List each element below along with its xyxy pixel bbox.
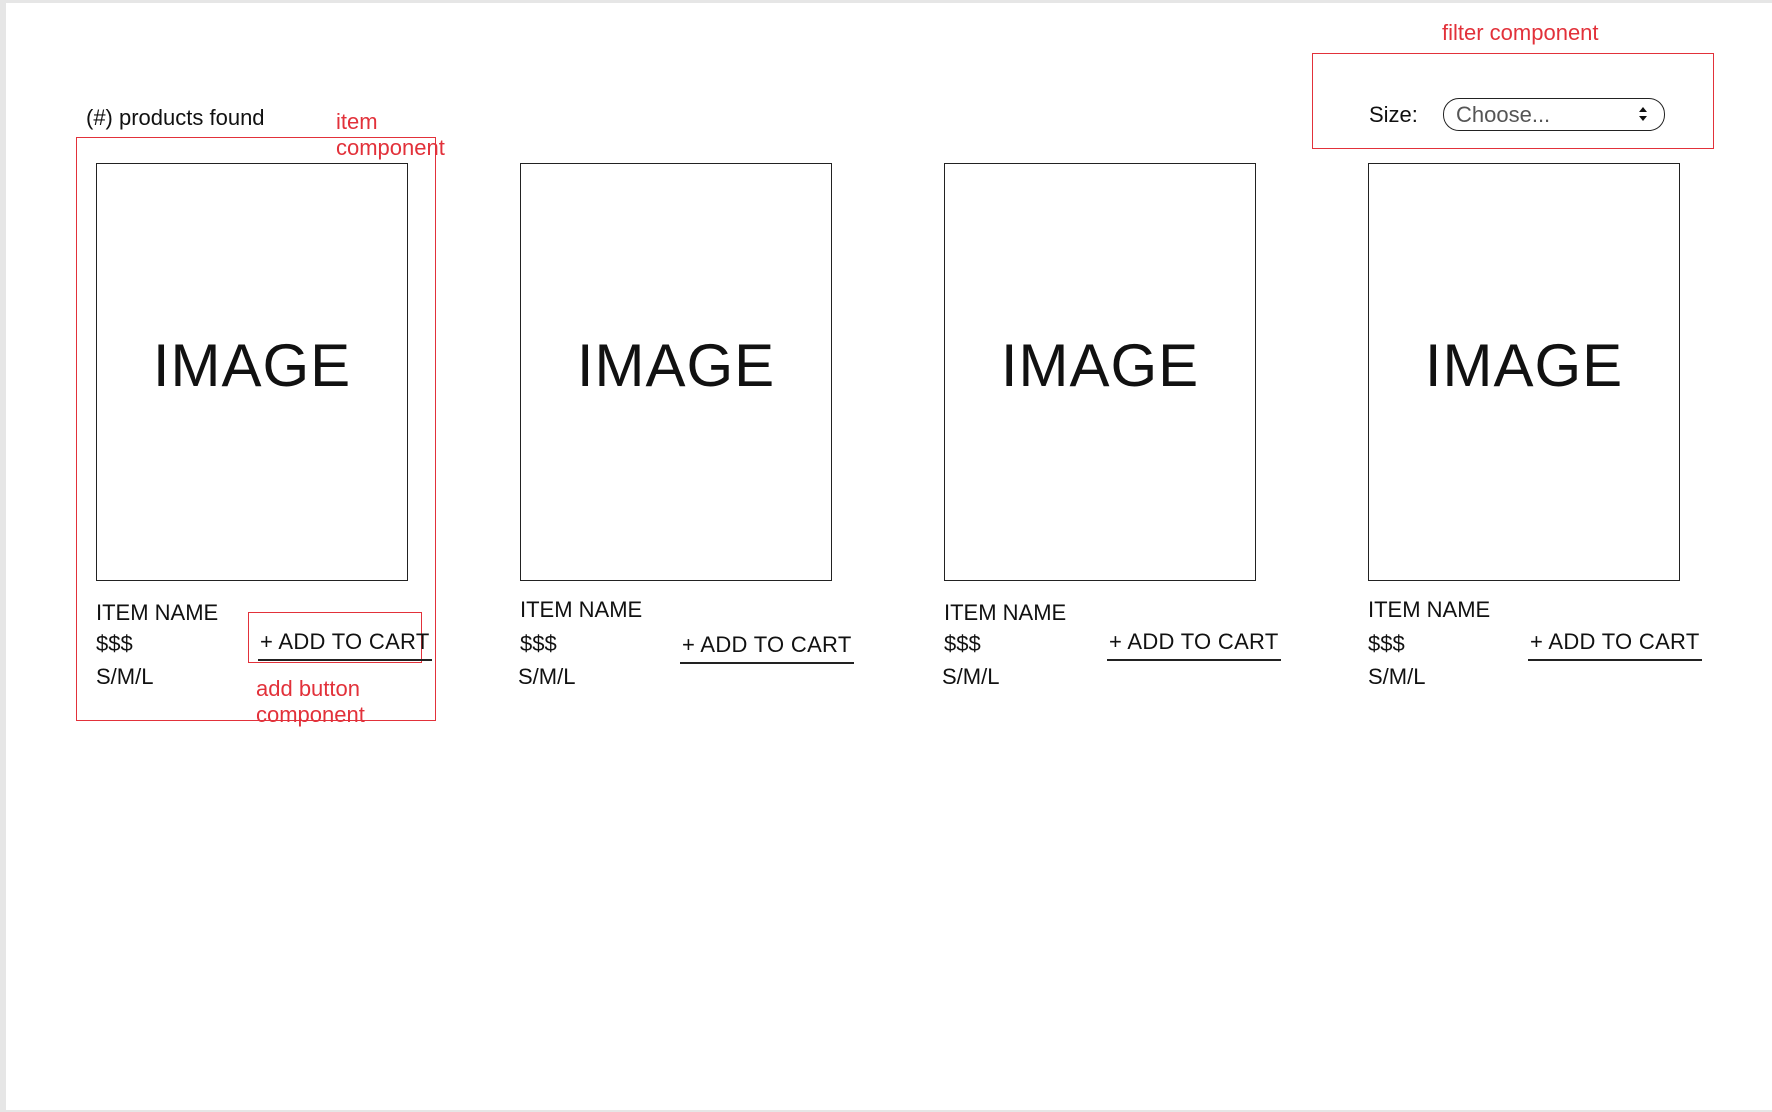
item-annotation-line2: component [336, 135, 445, 160]
product-card-2: IMAGE ITEM NAME $$$ S/M/L + ADD TO CART [518, 163, 856, 693]
filter-component-annotation: filter component [1442, 20, 1599, 45]
add-to-cart-button[interactable]: + ADD TO CART [680, 632, 854, 664]
product-image-placeholder: IMAGE [96, 163, 408, 581]
product-image-placeholder: IMAGE [944, 163, 1256, 581]
product-image-placeholder: IMAGE [520, 163, 832, 581]
wireframe-canvas: (#) products found item component add bu… [6, 3, 1772, 1110]
product-card-1: IMAGE ITEM NAME $$$ S/M/L + ADD TO CART [96, 163, 432, 693]
size-filter-label: Size: [1369, 102, 1418, 127]
product-price: $$$ [944, 631, 981, 656]
product-sizes: S/M/L [942, 664, 1000, 689]
add-to-cart-button[interactable]: + ADD TO CART [1107, 629, 1281, 661]
product-sizes: S/M/L [518, 664, 576, 689]
product-price: $$$ [1368, 631, 1405, 656]
product-card-3: IMAGE ITEM NAME $$$ S/M/L + ADD TO CART [942, 163, 1281, 693]
add-to-cart-button[interactable]: + ADD TO CART [258, 629, 432, 661]
product-price: $$$ [520, 631, 557, 656]
product-sizes: S/M/L [96, 664, 154, 689]
item-annotation-line1: item [336, 109, 378, 134]
products-found-count: (#) products found [86, 105, 265, 130]
add-to-cart-button[interactable]: + ADD TO CART [1528, 629, 1702, 661]
size-filter-select[interactable]: Choose... [1443, 98, 1665, 131]
select-stepper-icon [1639, 107, 1647, 121]
button-annotation-line2: component [256, 702, 365, 727]
size-filter-placeholder: Choose... [1456, 101, 1551, 127]
product-sizes: S/M/L [1368, 664, 1426, 689]
product-name: ITEM NAME [96, 600, 219, 625]
product-image-placeholder: IMAGE [1368, 163, 1680, 581]
product-name: ITEM NAME [944, 600, 1067, 625]
item-component-annotation: item component [336, 109, 445, 161]
product-card-4: IMAGE ITEM NAME $$$ S/M/L + ADD TO CART [1368, 163, 1704, 693]
product-name: ITEM NAME [1368, 597, 1491, 622]
product-name: ITEM NAME [520, 597, 643, 622]
product-price: $$$ [96, 631, 133, 656]
